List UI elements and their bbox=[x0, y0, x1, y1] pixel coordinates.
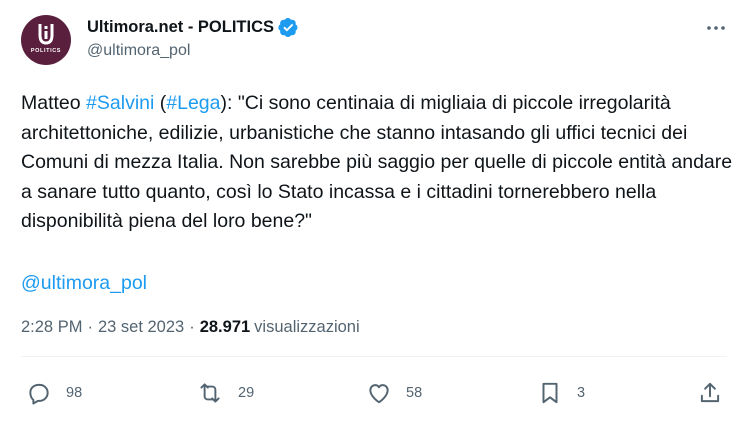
tweet-time[interactable]: 2:28 PM bbox=[21, 318, 82, 337]
bookmark-icon bbox=[542, 382, 558, 404]
author-handle[interactable]: @ultimora_pol bbox=[87, 42, 190, 60]
mention-line: @ultimora_pol bbox=[21, 269, 147, 299]
verified-badge-icon[interactable] bbox=[278, 17, 299, 38]
tweet-text: Matteo #Salvini (#Lega): "Ci sono centin… bbox=[21, 89, 733, 237]
avatar-label: POLITICS bbox=[30, 48, 62, 54]
heart-icon bbox=[369, 384, 389, 404]
share-icon bbox=[700, 382, 720, 403]
reply-icon bbox=[29, 383, 49, 405]
tweet-text-part: Matteo bbox=[21, 92, 87, 114]
hashtag-lega[interactable]: #Lega bbox=[166, 92, 220, 114]
retweet-icon bbox=[200, 383, 220, 403]
reply-button[interactable]: 98 bbox=[26, 376, 82, 410]
retweet-button[interactable]: 29 bbox=[196, 376, 254, 410]
author-display-name[interactable]: Ultimora.net - POLITICS bbox=[87, 18, 274, 37]
more-options-icon[interactable] bbox=[706, 18, 726, 38]
tweet-date[interactable]: 23 set 2023 bbox=[98, 318, 184, 337]
author-name-row: Ultimora.net - POLITICS bbox=[87, 16, 299, 38]
meta-separator: · bbox=[189, 318, 195, 336]
views-count[interactable]: 28.971 bbox=[200, 318, 250, 337]
ultimora-logo-icon bbox=[38, 24, 54, 45]
avatar[interactable]: POLITICS bbox=[21, 15, 71, 65]
tweet-text-part: ( bbox=[154, 92, 167, 114]
retweet-count: 29 bbox=[238, 385, 255, 401]
views-label[interactable]: visualizzazioni bbox=[254, 318, 359, 337]
bookmark-count: 3 bbox=[577, 385, 586, 401]
share-button[interactable] bbox=[697, 376, 723, 410]
mention-link[interactable]: @ultimora_pol bbox=[21, 272, 147, 294]
action-bar: 98 29 58 3 bbox=[0, 376, 748, 410]
reply-count: 98 bbox=[66, 385, 83, 401]
meta-separator: · bbox=[87, 318, 93, 336]
like-button[interactable]: 58 bbox=[366, 376, 422, 410]
divider bbox=[21, 356, 727, 357]
tweet-meta: 2:28 PM · 23 set 2023 · 28.971 visualizz… bbox=[21, 318, 360, 337]
like-count: 58 bbox=[406, 385, 423, 401]
bookmark-button[interactable]: 3 bbox=[537, 376, 585, 410]
hashtag-salvini[interactable]: #Salvini bbox=[86, 92, 154, 114]
